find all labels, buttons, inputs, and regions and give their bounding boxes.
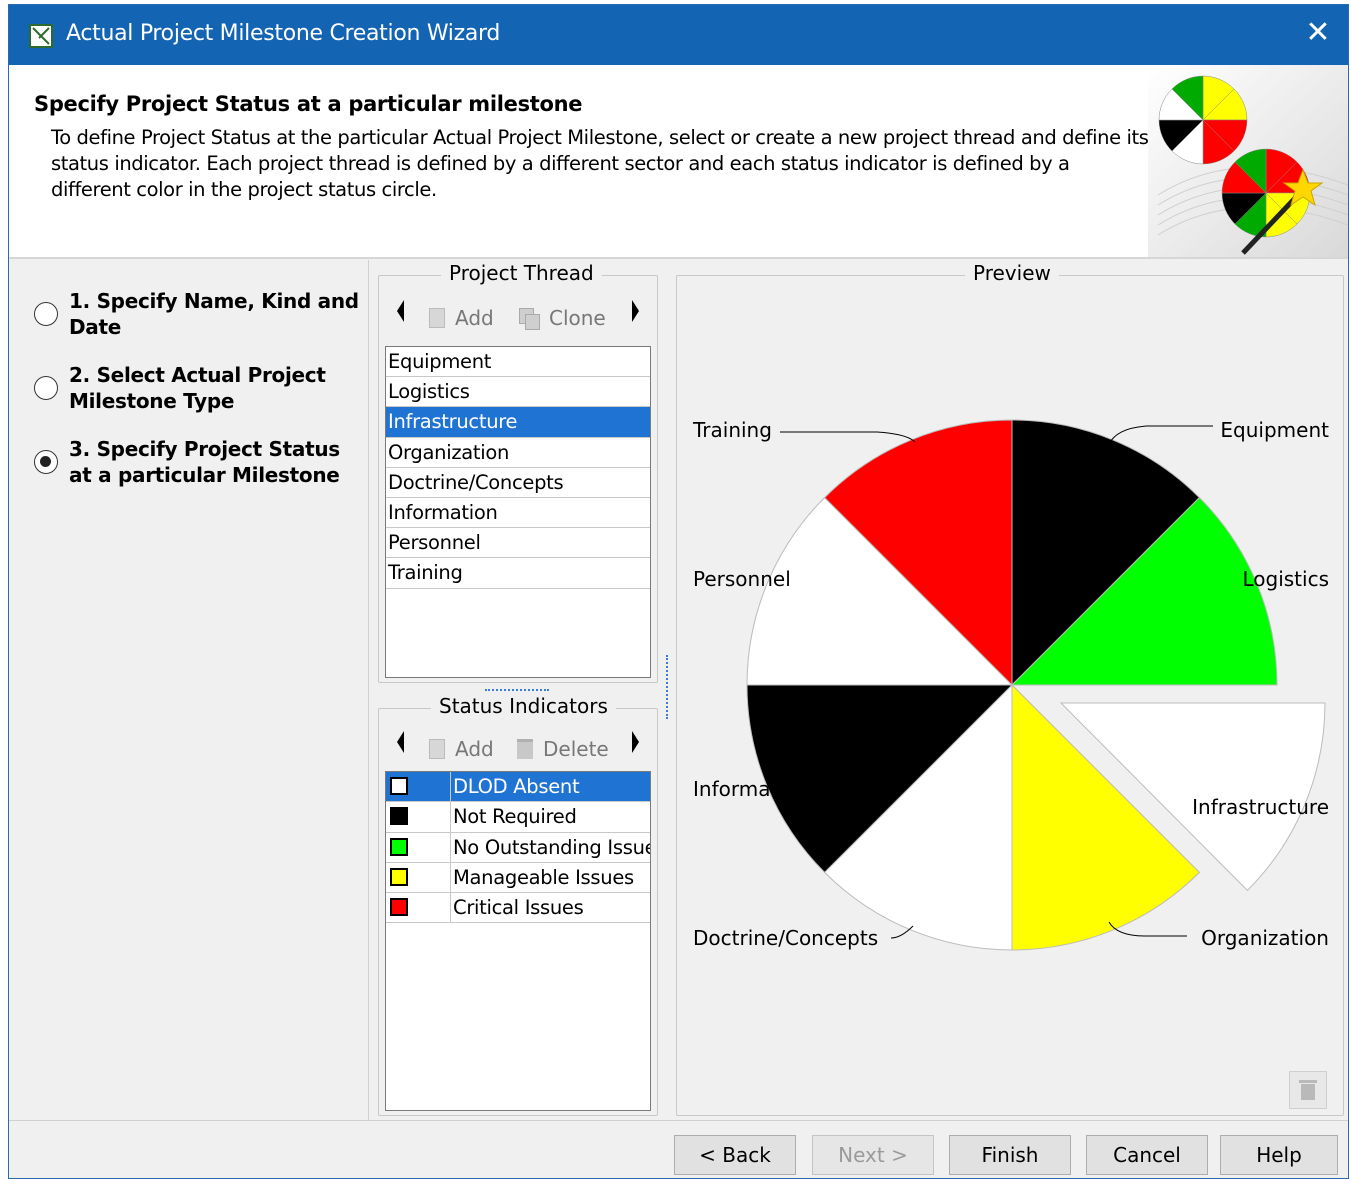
label-equipment: Equipment xyxy=(1220,418,1329,442)
thread-item-organization[interactable]: Organization xyxy=(386,438,650,468)
preview-delete-icon[interactable] xyxy=(1289,1071,1327,1109)
status-add-label: Add xyxy=(455,737,494,761)
label-doctrine: Doctrine/Concepts xyxy=(693,926,878,950)
status-scroll-left-icon[interactable] xyxy=(397,731,404,753)
wizard-button-bar: < Back Next > Finish Cancel Help xyxy=(9,1120,1348,1179)
status-item-label: DLOD Absent xyxy=(453,775,580,798)
horizontal-splitter[interactable] xyxy=(485,689,549,691)
wizard-steps-panel: 1. Specify Name, Kind and Date 2. Select… xyxy=(9,260,369,1120)
next-button[interactable]: Next > xyxy=(812,1135,934,1175)
project-thread-legend: Project Thread xyxy=(441,261,602,285)
status-color-swatch xyxy=(390,867,408,886)
status-delete-label: Delete xyxy=(543,737,609,761)
status-indicators-toolbar: Add Delete xyxy=(379,731,657,767)
finish-button[interactable]: Finish xyxy=(949,1135,1071,1175)
status-item-no-outstanding[interactable]: No Outstanding Issue xyxy=(386,832,650,863)
cancel-button[interactable]: Cancel xyxy=(1086,1135,1208,1175)
status-color-swatch xyxy=(390,777,408,795)
status-item-critical[interactable]: Critical Issues xyxy=(386,893,650,924)
status-circle-wizard-icon xyxy=(1148,65,1349,257)
close-icon[interactable]: ✕ xyxy=(1302,17,1334,49)
thread-item-logistics[interactable]: Logistics xyxy=(386,377,650,408)
project-thread-group: Project Thread Add Clone Equipment Logis… xyxy=(378,261,658,683)
status-indicators-legend: Status Indicators xyxy=(431,694,616,718)
step-1-label: 1. Specify Name, Kind and Date xyxy=(69,289,359,339)
thread-scroll-left-icon[interactable] xyxy=(397,300,404,322)
preview-group: Preview Training Equipment Personnel Log… xyxy=(676,261,1344,1116)
status-delete-button[interactable]: Delete xyxy=(517,731,609,767)
status-color-swatch xyxy=(390,837,408,856)
step-3-radio[interactable] xyxy=(34,450,58,474)
wizard-header: Specify Project Status at a particular m… xyxy=(9,65,1349,259)
thread-item-personnel[interactable]: Personnel xyxy=(386,528,650,559)
project-status-circle: Training Equipment Personnel Logistics I… xyxy=(692,418,1329,951)
page-description: To define Project Status at the particul… xyxy=(51,126,1149,201)
page-title: Specify Project Status at a particular m… xyxy=(34,92,583,116)
step-3-label: 3. Specify Project Status at a particula… xyxy=(69,437,340,487)
window-title: Actual Project Milestone Creation Wizard xyxy=(66,21,501,46)
label-information: Information xyxy=(693,777,809,801)
status-indicators-list[interactable]: DLOD Absent Not Required No Outstanding … xyxy=(385,771,651,1111)
thread-clone-label: Clone xyxy=(549,306,606,330)
wizard-app-icon xyxy=(29,24,53,48)
thread-item-equipment[interactable]: Equipment xyxy=(386,347,650,378)
project-thread-toolbar: Add Clone xyxy=(379,300,657,336)
vertical-splitter[interactable] xyxy=(666,655,668,719)
label-infrastructure: Infrastructure xyxy=(1192,795,1329,819)
status-item-dlod-absent[interactable]: DLOD Absent xyxy=(386,772,650,803)
step-2-radio[interactable] xyxy=(34,376,58,400)
thread-item-information[interactable]: Information xyxy=(386,498,650,529)
label-logistics: Logistics xyxy=(1242,567,1329,591)
add-doc-icon xyxy=(429,739,445,759)
label-training: Training xyxy=(692,418,772,442)
thread-add-label: Add xyxy=(455,306,494,330)
thread-add-button[interactable]: Add xyxy=(429,300,494,336)
clone-icon xyxy=(519,308,540,330)
back-button[interactable]: < Back xyxy=(674,1135,796,1175)
status-add-button[interactable]: Add xyxy=(429,731,494,767)
thread-item-infrastructure[interactable]: Infrastructure xyxy=(386,407,650,438)
status-scroll-right-icon[interactable] xyxy=(632,731,639,753)
help-button[interactable]: Help xyxy=(1220,1135,1338,1175)
thread-item-training[interactable]: Training xyxy=(386,558,650,589)
wizard-window: Actual Project Milestone Creation Wizard… xyxy=(8,4,1349,1179)
status-indicators-group: Status Indicators Add Delete DLOD Absent… xyxy=(378,694,658,1116)
status-item-label: Critical Issues xyxy=(453,896,584,920)
status-item-not-required[interactable]: Not Required xyxy=(386,802,650,833)
status-item-label: Not Required xyxy=(453,805,577,829)
thread-item-doctrine[interactable]: Doctrine/Concepts xyxy=(386,468,650,498)
trash-icon xyxy=(517,739,533,759)
add-doc-icon xyxy=(429,308,445,328)
thread-scroll-right-icon[interactable] xyxy=(632,300,639,322)
label-organization: Organization xyxy=(1201,926,1329,950)
project-thread-list[interactable]: Equipment Logistics Infrastructure Organ… xyxy=(385,346,651,678)
status-item-label: No Outstanding Issue xyxy=(453,835,650,859)
step-1-radio[interactable] xyxy=(34,302,58,326)
status-item-label: Manageable Issues xyxy=(453,865,634,889)
status-color-swatch xyxy=(390,807,408,826)
thread-clone-button[interactable]: Clone xyxy=(519,300,606,336)
step-2-label: 2. Select Actual Project Milestone Type xyxy=(69,363,326,413)
label-personnel: Personnel xyxy=(693,567,791,591)
status-color-swatch xyxy=(390,898,408,917)
title-bar: Actual Project Milestone Creation Wizard… xyxy=(9,5,1348,65)
status-item-manageable[interactable]: Manageable Issues xyxy=(386,862,650,894)
